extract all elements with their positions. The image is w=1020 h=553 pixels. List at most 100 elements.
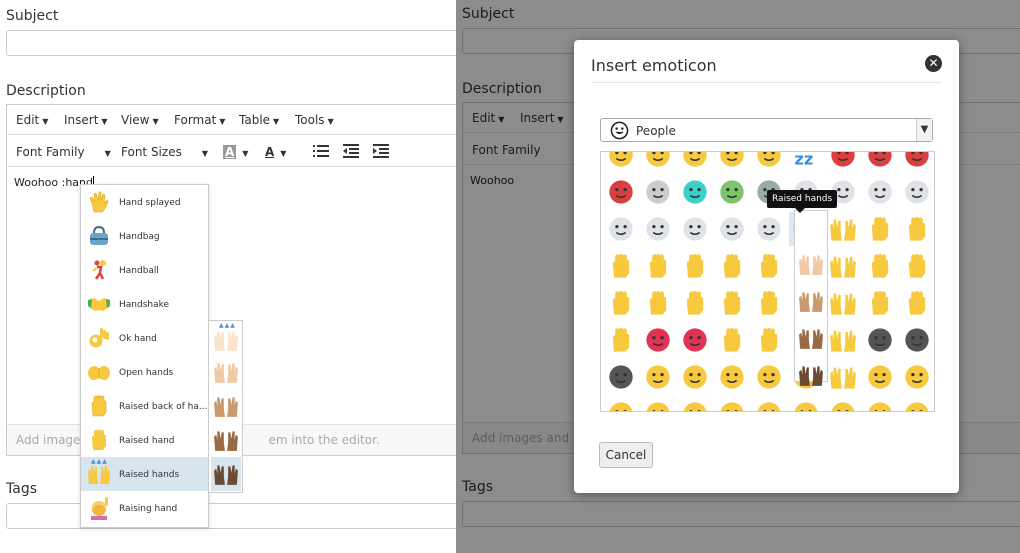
background-color-button[interactable]: A ▼ — [223, 145, 248, 159]
tone-medium[interactable] — [211, 389, 241, 423]
emoji-cell[interactable] — [826, 249, 860, 283]
emoji-cell[interactable] — [752, 360, 786, 394]
emoji-cell[interactable] — [863, 286, 897, 320]
emoji-cell[interactable] — [826, 286, 860, 320]
category-select[interactable]: People ▼ — [600, 118, 933, 142]
emoji-cell[interactable] — [863, 175, 897, 209]
emoji-cell[interactable] — [863, 397, 897, 411]
cancel-button[interactable]: Cancel — [599, 442, 653, 468]
emoji-cell[interactable] — [900, 175, 934, 209]
emoji-cell[interactable]: zz — [789, 152, 823, 172]
emoji-cell[interactable] — [900, 323, 934, 357]
emoji-cell[interactable] — [863, 249, 897, 283]
emoji-cell[interactable] — [863, 152, 897, 172]
emoji-cell[interactable] — [641, 360, 675, 394]
emoji-cell[interactable] — [715, 152, 749, 172]
menu-table[interactable]: Table ▼ — [239, 113, 279, 127]
emoji-cell[interactable] — [678, 249, 712, 283]
subject-input[interactable] — [6, 30, 456, 56]
emoji-cell[interactable] — [678, 152, 712, 172]
emoji-cell[interactable] — [752, 397, 786, 411]
emoji-cell[interactable] — [641, 152, 675, 172]
tone-medium-dark[interactable] — [211, 423, 241, 457]
emoji-cell[interactable] — [641, 323, 675, 357]
emoji-cell[interactable] — [752, 249, 786, 283]
emoji-cell[interactable] — [604, 152, 638, 172]
skin-tone-option[interactable] — [796, 247, 826, 281]
emoji-cell[interactable] — [900, 152, 934, 172]
menu-insert[interactable]: Insert ▼ — [64, 113, 108, 127]
emoji-cell[interactable] — [678, 175, 712, 209]
emoji-cell[interactable] — [678, 323, 712, 357]
menu-edit[interactable]: Edit ▼ — [16, 113, 48, 127]
emoji-cell[interactable] — [789, 397, 823, 411]
emoji-cell[interactable] — [678, 286, 712, 320]
emoji-cell[interactable] — [604, 360, 638, 394]
emoji-cell[interactable] — [678, 212, 712, 246]
tone-light[interactable]: ▲▲▲ — [211, 321, 241, 355]
tone-medium-light[interactable] — [211, 355, 241, 389]
emoji-cell[interactable] — [715, 212, 749, 246]
text-color-button[interactable]: A ▼ — [265, 145, 286, 159]
skin-tone-option[interactable] — [796, 358, 826, 392]
emoji-cell[interactable] — [715, 286, 749, 320]
emoji-cell[interactable] — [900, 397, 934, 411]
emoji-cell[interactable] — [715, 323, 749, 357]
emoji-cell[interactable] — [678, 360, 712, 394]
autocomplete-item[interactable]: Handshake — [81, 287, 208, 321]
autocomplete-item[interactable]: Raised back of ha... — [81, 389, 208, 423]
autocomplete-item[interactable]: Handbag — [81, 219, 208, 253]
skin-tone-option[interactable] — [796, 321, 826, 355]
menu-format[interactable]: Format ▼ — [174, 113, 225, 127]
emoji-cell[interactable] — [863, 323, 897, 357]
emoji-cell[interactable] — [715, 249, 749, 283]
emoji-cell[interactable] — [826, 152, 860, 172]
skin-tone-option[interactable] — [796, 284, 826, 318]
bullet-list-icon[interactable] — [313, 143, 329, 159]
autocomplete-item[interactable]: Open hands — [81, 355, 208, 389]
font-family-select[interactable]: Font Family ▼ — [16, 145, 111, 159]
emoji-cell[interactable] — [863, 212, 897, 246]
emoji-cell[interactable] — [604, 175, 638, 209]
emoji-cell[interactable] — [900, 212, 934, 246]
emoji-cell[interactable] — [752, 286, 786, 320]
emoji-cell[interactable] — [715, 397, 749, 411]
autocomplete-item[interactable]: Handball — [81, 253, 208, 287]
emoji-cell[interactable] — [604, 397, 638, 411]
emoji-cell[interactable] — [826, 360, 860, 394]
emoji-cell[interactable] — [604, 249, 638, 283]
emoji-cell[interactable] — [678, 397, 712, 411]
emoji-cell[interactable] — [826, 323, 860, 357]
emoji-cell[interactable] — [900, 249, 934, 283]
emoji-cell[interactable] — [641, 286, 675, 320]
emoji-cell[interactable] — [715, 360, 749, 394]
emoji-cell[interactable] — [604, 286, 638, 320]
menu-tools[interactable]: Tools ▼ — [295, 113, 334, 127]
emoji-cell[interactable] — [641, 212, 675, 246]
emoji-cell[interactable] — [715, 175, 749, 209]
emoji-cell[interactable] — [900, 286, 934, 320]
emoji-cell[interactable] — [604, 323, 638, 357]
outdent-icon[interactable] — [343, 143, 359, 159]
emoji-cell[interactable] — [752, 152, 786, 172]
emoji-cell[interactable] — [900, 360, 934, 394]
emoji-cell[interactable] — [863, 360, 897, 394]
autocomplete-item[interactable]: Hand splayed — [81, 185, 208, 219]
autocomplete-item[interactable]: Raising hand — [81, 491, 208, 525]
menu-view[interactable]: View ▼ — [121, 113, 159, 127]
font-sizes-select[interactable]: Font Sizes ▼ — [121, 145, 208, 159]
autocomplete-item-selected[interactable]: ▲▲▲ Raised hands — [81, 457, 208, 491]
indent-icon[interactable] — [373, 143, 389, 159]
emoji-cell[interactable] — [826, 212, 860, 246]
tags-input[interactable] — [6, 503, 456, 529]
emoji-cell[interactable] — [641, 397, 675, 411]
emoji-cell[interactable] — [752, 212, 786, 246]
autocomplete-item[interactable]: Raised hand — [81, 423, 208, 457]
close-icon[interactable]: ✕ — [925, 55, 942, 72]
emoji-cell[interactable] — [641, 175, 675, 209]
emoji-cell[interactable] — [641, 249, 675, 283]
tone-dark[interactable] — [211, 457, 241, 491]
emoji-cell[interactable] — [752, 323, 786, 357]
autocomplete-item[interactable]: Ok hand — [81, 321, 208, 355]
emoji-cell[interactable] — [604, 212, 638, 246]
